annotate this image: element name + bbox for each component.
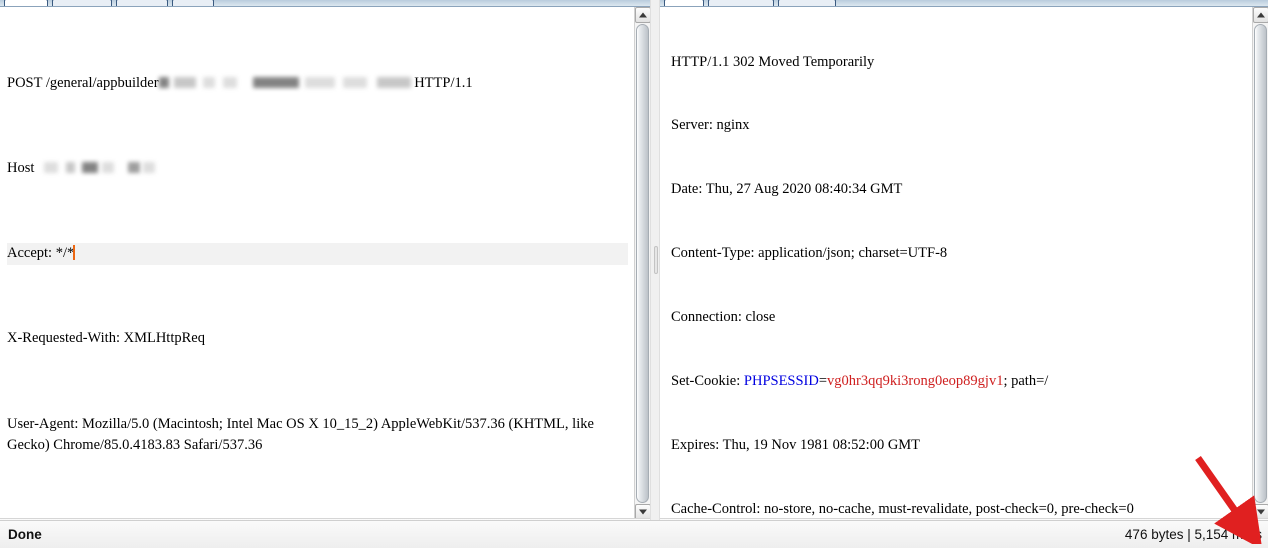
request-line-host: Host [7,158,628,179]
header-name-set-cookie: Set-Cookie: [671,373,744,389]
request-tab-hex[interactable] [172,0,214,7]
request-pane: POST /general/appbuilder HTTP/1.1 Host A… [0,0,650,520]
header-date: Date: Thu, 27 Aug 2020 08:40:34 GMT [671,181,902,197]
request-http-version: HTTP/1.1 [414,75,472,91]
redaction-block [82,162,98,173]
redaction-block [102,162,114,173]
burp-message-viewer-window: POST /general/appbuilder HTTP/1.1 Host A… [0,0,1268,548]
response-vertical-scrollbar[interactable] [1252,7,1268,520]
header-connection: Connection: close [671,309,775,325]
status-text: Done [8,527,42,542]
redaction-block [343,77,367,88]
response-line-date: Date: Thu, 27 Aug 2020 08:40:34 GMT [671,179,1246,200]
scrollbar-thumb[interactable] [1254,24,1267,503]
response-text-viewer[interactable]: HTTP/1.1 302 Moved Temporarily Server: n… [660,7,1268,520]
pane-splitter[interactable] [650,0,660,520]
cookie-name: PHPSESSID [744,373,819,389]
response-line-set-cookie: Set-Cookie: PHPSESSID=vg0hr3qq9ki3rong0e… [671,371,1246,392]
request-tab-headers[interactable] [116,0,168,7]
request-line-accept: Accept: */* [7,243,628,264]
header-cache-control: Cache-Control: no-store, no-cache, must-… [671,501,1134,517]
request-line-user-agent: User-Agent: Mozilla/5.0 (Macintosh; Inte… [7,414,628,457]
response-line-status: HTTP/1.1 302 Moved Temporarily [671,52,1246,73]
redaction-block [159,77,169,88]
response-pane: HTTP/1.1 302 Moved Temporarily Server: n… [660,0,1268,520]
status-bar: Done 476 bytes | 5,154 millis [0,520,1268,548]
scroll-up-button[interactable] [635,7,650,23]
header-accept: Accept: */* [7,245,74,261]
redaction-block [66,162,75,173]
redaction-block [143,162,155,173]
text-caret [73,245,75,260]
cookie-equals: = [819,373,827,389]
redaction-block [223,77,237,88]
response-tab-raw[interactable] [664,0,704,7]
triangle-down-icon [1257,510,1265,515]
redaction-block [253,77,299,88]
redaction-block [305,77,335,88]
request-line-x-requested-with: X-Requested-With: XMLHttpReq [7,328,628,349]
header-user-agent: User-Agent: Mozilla/5.0 (Macintosh; Inte… [7,416,598,453]
header-content-type: Content-Type: application/json; charset=… [671,245,947,261]
request-message-text[interactable]: POST /general/appbuilder HTTP/1.1 Host A… [1,7,634,520]
response-line-connection: Connection: close [671,307,1246,328]
response-line-cache-control: Cache-Control: no-store, no-cache, must-… [671,499,1246,520]
request-line-request: POST /general/appbuilder HTTP/1.1 [7,73,628,94]
redaction-block [377,77,411,88]
cookie-value: vg0hr3qq9ki3rong0eop89gjv1 [827,373,1003,389]
request-text-viewer[interactable]: POST /general/appbuilder HTTP/1.1 Host A… [0,7,650,520]
response-status-line: HTTP/1.1 302 Moved Temporarily [671,54,874,70]
response-message-text[interactable]: HTTP/1.1 302 Moved Temporarily Server: n… [661,7,1252,520]
request-tab-params[interactable] [52,0,112,7]
response-line-expires: Expires: Thu, 19 Nov 1981 08:52:00 GMT [671,435,1246,456]
header-x-requested-with: X-Requested-With: XMLHttpReq [7,330,205,346]
triangle-down-icon [639,510,647,515]
redaction-block [203,77,215,88]
request-vertical-scrollbar[interactable] [634,7,650,520]
response-tab-hex[interactable] [778,0,836,7]
scrollbar-thumb[interactable] [636,24,649,503]
header-name-host: Host [7,160,34,176]
redaction-block [174,77,196,88]
response-tab-headers[interactable] [708,0,774,7]
response-line-server: Server: nginx [671,115,1246,136]
response-tab-strip[interactable] [660,0,1268,7]
splitter-grip[interactable] [654,246,658,274]
request-tab-strip[interactable] [0,0,650,7]
header-server: Server: nginx [671,117,750,133]
response-line-content-type: Content-Type: application/json; charset=… [671,243,1246,264]
request-method-path: POST /general/appbuilder [7,75,159,91]
header-expires: Expires: Thu, 19 Nov 1981 08:52:00 GMT [671,437,920,453]
redaction-block [128,162,140,173]
cookie-attributes: ; path=/ [1003,373,1048,389]
response-size-timing: 476 bytes | 5,154 millis [1125,527,1262,542]
triangle-up-icon [1257,13,1265,18]
request-tab-raw[interactable] [4,0,48,7]
scroll-up-button[interactable] [1253,7,1268,23]
redaction-block [44,162,58,173]
triangle-up-icon [639,13,647,18]
